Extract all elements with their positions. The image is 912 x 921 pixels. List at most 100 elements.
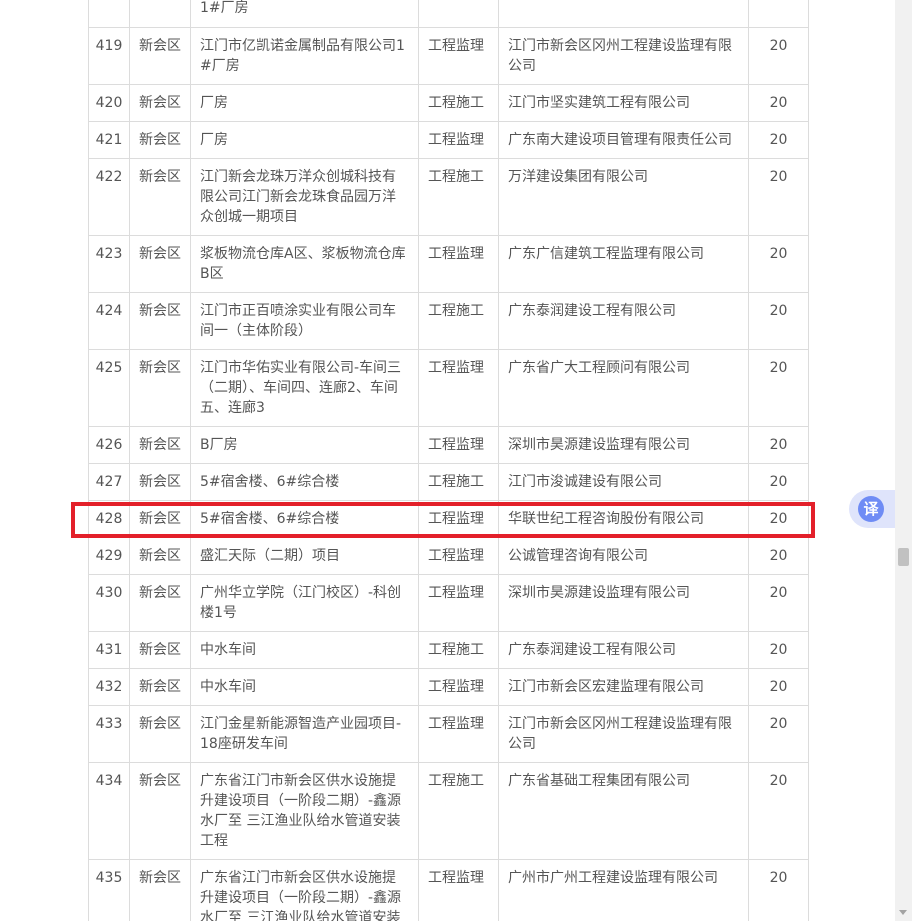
score-cell: 20 <box>748 121 809 159</box>
company-cell: 公诚管理咨询有限公司 <box>498 537 749 575</box>
row-number <box>88 0 130 28</box>
type-cell: 工程施工 <box>418 463 499 501</box>
district-cell: 新会区 <box>129 84 191 122</box>
project-cell: 广东省江门市新会区供水设施提升建设项目（一阶段二期）-鑫源水厂至 三江渔业队给水… <box>190 859 419 921</box>
company-cell: 江门市浚诚建设有限公司 <box>498 463 749 501</box>
company-cell: 江门市新会区冈州工程建设监理有限公司 <box>498 705 749 763</box>
page: 1#厂房 419 新会区 江门市亿凯诺金属制品有限公司1#厂房 工程监理 江门市… <box>0 0 912 921</box>
district-cell: 新会区 <box>129 235 191 293</box>
district-cell: 新会区 <box>129 121 191 159</box>
table-row: 430 新会区 广州华立学院（江门校区）-科创楼1号 工程监理 深圳市昊源建设监… <box>88 574 809 632</box>
company-cell: 广东南大建设项目管理有限责任公司 <box>498 121 749 159</box>
table-row: 431 新会区 中水车间 工程施工 广东泰润建设工程有限公司 20 <box>88 631 809 669</box>
table-row: 424 新会区 江门市正百喷涂实业有限公司车间一（主体阶段） 工程施工 广东泰润… <box>88 292 809 350</box>
company-cell: 广东广信建筑工程监理有限公司 <box>498 235 749 293</box>
type-cell: 工程监理 <box>418 27 499 85</box>
score-cell: 20 <box>748 859 809 921</box>
vertical-scrollbar[interactable] <box>895 0 912 921</box>
type-cell: 工程监理 <box>418 121 499 159</box>
project-cell: 中水车间 <box>190 668 419 706</box>
score-cell: 20 <box>748 500 809 538</box>
type-cell: 工程施工 <box>418 84 499 122</box>
district-cell: 新会区 <box>129 158 191 236</box>
type-cell: 工程监理 <box>418 349 499 427</box>
company-cell: 广东省基础工程集团有限公司 <box>498 762 749 860</box>
table-row: 435 新会区 广东省江门市新会区供水设施提升建设项目（一阶段二期）-鑫源水厂至… <box>88 859 809 921</box>
results-table: 1#厂房 419 新会区 江门市亿凯诺金属制品有限公司1#厂房 工程监理 江门市… <box>88 0 809 921</box>
row-number: 427 <box>88 463 130 501</box>
row-number: 435 <box>88 859 130 921</box>
type-cell: 工程施工 <box>418 292 499 350</box>
project-cell: 中水车间 <box>190 631 419 669</box>
score-cell: 20 <box>748 292 809 350</box>
district-cell: 新会区 <box>129 27 191 85</box>
company-cell: 江门市坚实建筑工程有限公司 <box>498 84 749 122</box>
row-number: 429 <box>88 537 130 575</box>
results-table-container: 1#厂房 419 新会区 江门市亿凯诺金属制品有限公司1#厂房 工程监理 江门市… <box>88 0 809 921</box>
district-cell: 新会区 <box>129 463 191 501</box>
score-cell: 20 <box>748 158 809 236</box>
row-number: 431 <box>88 631 130 669</box>
translate-button[interactable]: 译 <box>849 490 895 528</box>
type-cell: 工程监理 <box>418 537 499 575</box>
project-cell: 厂房 <box>190 84 419 122</box>
company-cell: 广东省广大工程顾问有限公司 <box>498 349 749 427</box>
project-cell: 盛汇天际（二期）项目 <box>190 537 419 575</box>
project-cell: 江门新会龙珠万洋众创城科技有限公司江门新会龙珠食品园万洋众创城一期项目 <box>190 158 419 236</box>
row-number: 420 <box>88 84 130 122</box>
row-number: 425 <box>88 349 130 427</box>
type-cell: 工程监理 <box>418 235 499 293</box>
table-row: 429 新会区 盛汇天际（二期）项目 工程监理 公诚管理咨询有限公司 20 <box>88 537 809 575</box>
company-cell: 江门市新会区冈州工程建设监理有限公司 <box>498 27 749 85</box>
table-row: 420 新会区 厂房 工程施工 江门市坚实建筑工程有限公司 20 <box>88 84 809 122</box>
table-row-highlighted: 428 新会区 5#宿舍楼、6#综合楼 工程监理 华联世纪工程咨询股份有限公司 … <box>88 500 809 538</box>
type-cell: 工程监理 <box>418 859 499 921</box>
row-number: 423 <box>88 235 130 293</box>
company-cell: 深圳市昊源建设监理有限公司 <box>498 426 749 464</box>
score-cell: 20 <box>748 705 809 763</box>
type-cell: 工程施工 <box>418 762 499 860</box>
project-cell: 江门金星新能源智造产业园项目-18座研发车间 <box>190 705 419 763</box>
type-cell: 工程监理 <box>418 500 499 538</box>
district-cell: 新会区 <box>129 859 191 921</box>
district-cell: 新会区 <box>129 426 191 464</box>
type-cell: 工程监理 <box>418 705 499 763</box>
project-cell: B厂房 <box>190 426 419 464</box>
row-number: 422 <box>88 158 130 236</box>
row-number: 432 <box>88 668 130 706</box>
project-cell: 广州华立学院（江门校区）-科创楼1号 <box>190 574 419 632</box>
scrollbar-thumb[interactable] <box>898 548 909 566</box>
project-cell: 广东省江门市新会区供水设施提升建设项目（一阶段二期）-鑫源水厂至 三江渔业队给水… <box>190 762 419 860</box>
district-cell: 新会区 <box>129 292 191 350</box>
table-row: 423 新会区 浆板物流仓库A区、浆板物流仓库B区 工程监理 广东广信建筑工程监… <box>88 235 809 293</box>
type-cell: 工程施工 <box>418 631 499 669</box>
project-cell: 江门市正百喷涂实业有限公司车间一（主体阶段） <box>190 292 419 350</box>
project-cell: 江门市华佑实业有限公司-车间三（二期）、车间四、连廊2、车间五、连廊3 <box>190 349 419 427</box>
district-cell: 新会区 <box>129 537 191 575</box>
row-number: 419 <box>88 27 130 85</box>
score-cell: 20 <box>748 27 809 85</box>
company-cell: 万洋建设集团有限公司 <box>498 158 749 236</box>
translate-icon: 译 <box>858 496 884 522</box>
row-number: 430 <box>88 574 130 632</box>
scroll-down-arrow-icon[interactable] <box>899 910 907 915</box>
project-cell: 江门市亿凯诺金属制品有限公司1#厂房 <box>190 27 419 85</box>
table-row: 432 新会区 中水车间 工程监理 江门市新会区宏建监理有限公司 20 <box>88 668 809 706</box>
table-row: 421 新会区 厂房 工程监理 广东南大建设项目管理有限责任公司 20 <box>88 121 809 159</box>
company-cell: 江门市新会区宏建监理有限公司 <box>498 668 749 706</box>
row-number: 426 <box>88 426 130 464</box>
district-cell <box>129 0 191 28</box>
type-cell: 工程监理 <box>418 574 499 632</box>
type-cell: 工程监理 <box>418 668 499 706</box>
table-row: 434 新会区 广东省江门市新会区供水设施提升建设项目（一阶段二期）-鑫源水厂至… <box>88 762 809 860</box>
score-cell <box>748 0 809 28</box>
company-cell: 华联世纪工程咨询股份有限公司 <box>498 500 749 538</box>
district-cell: 新会区 <box>129 631 191 669</box>
score-cell: 20 <box>748 426 809 464</box>
score-cell: 20 <box>748 235 809 293</box>
project-cell: 厂房 <box>190 121 419 159</box>
row-number: 433 <box>88 705 130 763</box>
district-cell: 新会区 <box>129 574 191 632</box>
score-cell: 20 <box>748 668 809 706</box>
score-cell: 20 <box>748 84 809 122</box>
